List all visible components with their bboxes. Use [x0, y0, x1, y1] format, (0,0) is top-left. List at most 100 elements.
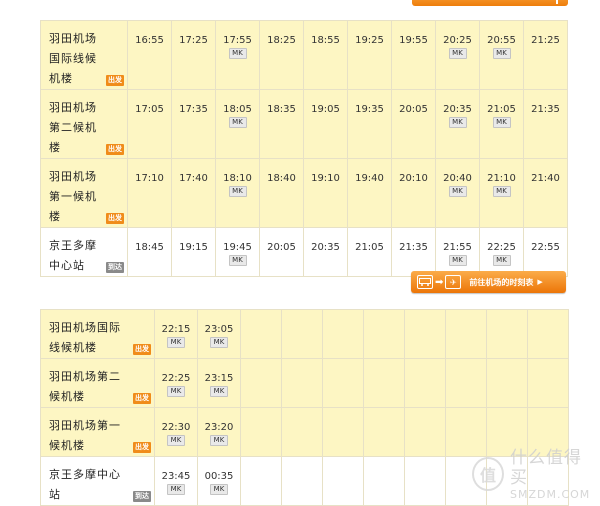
time-cell: 22:30 MK	[154, 407, 198, 457]
station-cell: 羽田机场第一候机楼出发	[40, 407, 155, 457]
mk-badge: MK	[492, 255, 511, 266]
mk-badge: MK	[492, 48, 511, 59]
station-cell: 京王多摩中心站到达	[40, 227, 128, 277]
smzdm-logo-icon: 值	[472, 457, 504, 491]
time-cell: 18:55	[303, 20, 348, 90]
airplane-icon: ✈	[445, 275, 462, 289]
departure-badge: 出发	[106, 144, 124, 155]
departure-time: 20:10	[399, 173, 428, 184]
arrow-right-icon: ➡	[435, 276, 444, 288]
station-cell: 羽田机场第一候机楼出发	[40, 158, 128, 228]
station-cell: 京王多摩中心站到达	[40, 456, 155, 506]
departure-badge: 出发	[133, 344, 151, 355]
departure-time: 18:25	[267, 35, 296, 46]
departure-time: 22:55	[531, 242, 560, 253]
empty-cell	[527, 358, 569, 408]
table-row: 羽田机场 第一候机楼出发 17:10 17:40 18:10 MK 18:40 19:10 19…	[40, 158, 568, 228]
triangle-right-icon: ▶	[537, 278, 543, 286]
empty-cell	[322, 456, 364, 506]
departure-time: 17:55	[223, 35, 252, 46]
time-cell: 18:35	[259, 89, 304, 159]
departure-time: 18:10	[223, 173, 252, 184]
time-cell: 18:25	[259, 20, 304, 90]
mk-badge: MK	[228, 186, 247, 197]
empty-cell	[404, 456, 446, 506]
top-tab-button-edge[interactable]	[412, 0, 568, 6]
departure-time: 17:05	[135, 104, 164, 115]
time-cell: 19:05	[303, 89, 348, 159]
departure-time: 20:05	[399, 104, 428, 115]
station-cell: 羽田机场国际线候机楼出发	[40, 309, 155, 359]
time-cell: 21:05 MK	[479, 89, 524, 159]
time-cell: 22:25 MK	[479, 227, 524, 277]
departure-time: 00:35	[204, 471, 234, 482]
empty-cell	[363, 309, 405, 359]
empty-cell	[281, 358, 323, 408]
time-cell: 17:25	[171, 20, 216, 90]
time-cell: 20:05	[391, 89, 436, 159]
departure-time: 21:05	[355, 242, 384, 253]
time-cell: 19:35	[347, 89, 392, 159]
station-cell: 羽田机场国际线候机楼出发	[40, 20, 128, 90]
smzdm-watermark: 值 什么值得买 SMZDM.COM	[472, 448, 594, 501]
station-cell: 羽田机场第二候机楼出发	[40, 89, 128, 159]
departure-time: 16:55	[135, 35, 164, 46]
empty-cell	[281, 407, 323, 457]
departure-badge: 出发	[133, 442, 151, 453]
time-cell: 20:55 MK	[479, 20, 524, 90]
departure-time: 18:55	[311, 35, 340, 46]
bus-icon	[417, 275, 433, 289]
time-cell: 17:10	[127, 158, 172, 228]
mk-badge: MK	[448, 186, 467, 197]
time-cell: 19:10	[303, 158, 348, 228]
time-cell: 22:25 MK	[154, 358, 198, 408]
mk-badge: MK	[448, 117, 467, 128]
empty-cell	[322, 309, 364, 359]
departure-time: 21:35	[399, 242, 428, 253]
to-airport-timetable-button[interactable]: ➡ ✈ 前往机场的时刻表 ▶	[411, 271, 566, 293]
mk-badge: MK	[228, 117, 247, 128]
empty-cell	[404, 358, 446, 408]
time-cell: 20:05	[259, 227, 304, 277]
departure-time: 20:05	[267, 242, 296, 253]
mk-badge: MK	[448, 255, 467, 266]
departure-time: 22:25	[161, 373, 191, 384]
mk-badge: MK	[228, 255, 247, 266]
time-cell: 17:35	[171, 89, 216, 159]
arrival-badge: 到达	[133, 491, 151, 502]
departure-time: 23:05	[204, 324, 234, 335]
time-cell: 19:55	[391, 20, 436, 90]
empty-cell	[240, 309, 282, 359]
empty-cell	[240, 456, 282, 506]
departure-time: 23:45	[161, 471, 191, 482]
departure-time: 21:05	[487, 104, 516, 115]
departure-time: 20:55	[487, 35, 516, 46]
empty-cell	[363, 456, 405, 506]
empty-cell	[363, 407, 405, 457]
arrival-badge: 到达	[106, 262, 124, 273]
departure-time: 19:25	[355, 35, 384, 46]
time-cell: 21:05	[347, 227, 392, 277]
time-cell: 19:15	[171, 227, 216, 277]
time-cell: 18:40	[259, 158, 304, 228]
time-cell: 20:35 MK	[435, 89, 480, 159]
time-cell: 20:10	[391, 158, 436, 228]
table-row: 羽田机场 第二候机楼出发 17:05 17:35 18:05 MK 18:35 19:05 19…	[40, 89, 568, 159]
table-row: 羽田机场第二 候机楼 出发 22:25 MK 23:15 MK	[40, 358, 569, 408]
time-cell: 18:10 MK	[215, 158, 260, 228]
empty-cell	[281, 456, 323, 506]
departure-time: 20:40	[443, 173, 472, 184]
watermark-en-text: SMZDM.COM	[510, 487, 591, 501]
departure-time: 19:10	[311, 173, 340, 184]
table-row: 羽田机场国际 线候机楼 出发 22:15 MK 23:05 MK	[40, 309, 569, 359]
mk-badge: MK	[210, 435, 228, 446]
time-cell: 20:35	[303, 227, 348, 277]
watermark-cn-text: 什么值得买	[510, 447, 582, 488]
time-cell: 21:55 MK	[435, 227, 480, 277]
departure-time: 17:10	[135, 173, 164, 184]
departure-badge: 出发	[133, 393, 151, 404]
empty-cell	[240, 407, 282, 457]
time-cell: 18:05 MK	[215, 89, 260, 159]
empty-cell	[281, 309, 323, 359]
table-row: 京王多摩 中心站 到达 18:45 19:15 19:45 MK 20:05 20:35 21:0…	[40, 227, 568, 277]
